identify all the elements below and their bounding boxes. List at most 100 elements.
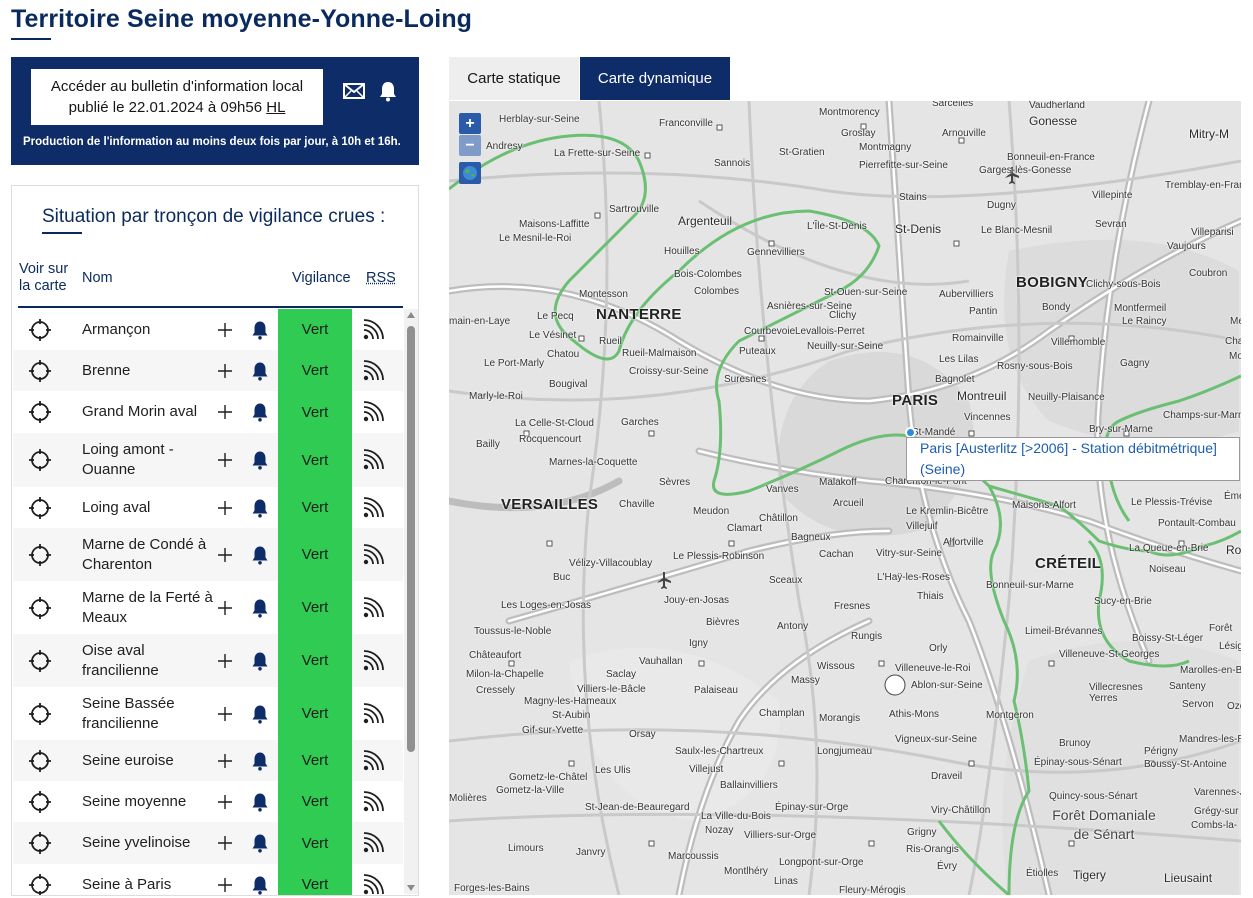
table-row: Brenne Vert [13, 350, 403, 391]
map-place-label: Forêt [1209, 623, 1233, 634]
rss-icon[interactable] [362, 543, 384, 566]
plus-icon[interactable] [217, 794, 233, 810]
rss-icon[interactable] [362, 749, 384, 772]
map-place-label: Sannois [714, 158, 751, 169]
map-place-label: Nozay [705, 825, 734, 836]
bulletin-link-button[interactable]: Accéder au bulletin d'information local … [31, 69, 323, 125]
plus-icon[interactable] [217, 404, 233, 420]
plus-icon[interactable] [217, 547, 233, 563]
map-place-label: Chatou [547, 349, 580, 360]
bell-icon[interactable] [251, 751, 269, 771]
bell-icon[interactable] [251, 833, 269, 853]
plus-icon[interactable] [217, 653, 233, 669]
rss-icon[interactable] [362, 596, 384, 619]
crosshair-icon[interactable] [28, 359, 52, 383]
map-place-label: Les Loges-en-Josas [501, 600, 592, 611]
map-place-label: Noiseau [1149, 564, 1186, 575]
bell-icon[interactable] [251, 361, 269, 381]
bell-icon[interactable] [251, 792, 269, 812]
rss-icon[interactable] [362, 832, 384, 854]
map-place-label: Asnières-sur-Seine [767, 301, 853, 312]
crosshair-icon[interactable] [28, 649, 52, 673]
scroll-down-arrow[interactable] [407, 885, 415, 891]
plus-icon[interactable] [217, 706, 233, 722]
plus-icon[interactable] [217, 322, 233, 338]
map-place-label: Cachan [819, 549, 854, 560]
rss-icon[interactable] [362, 401, 384, 423]
troncon-list: Armançon Vert Brenne Vert Grand Morin aval Ve… [13, 309, 403, 897]
map-place-label: Chaville [619, 499, 655, 510]
crosshair-icon[interactable] [28, 543, 52, 567]
map-place-label: Châteaufort [469, 650, 522, 661]
map-place-label: Rungis [851, 631, 883, 642]
plus-icon[interactable] [217, 500, 233, 516]
map-place-label: St-Aubin [552, 710, 591, 721]
bell-icon[interactable] [251, 450, 269, 470]
map-place-label: Sarcelles [932, 101, 974, 109]
mail-icon[interactable] [343, 83, 365, 99]
bell-icon[interactable] [251, 704, 269, 724]
tab-carte-statique[interactable]: Carte statique [449, 57, 579, 100]
bell-icon[interactable] [251, 402, 269, 422]
rss-icon[interactable] [362, 873, 384, 896]
bell-icon[interactable] [251, 651, 269, 671]
scroll-thumb[interactable] [407, 326, 415, 752]
rss-icon[interactable] [362, 702, 384, 725]
crosshair-icon[interactable] [28, 496, 52, 520]
vigilance-badge: Vert [278, 822, 352, 864]
list-scrollbar[interactable] [404, 309, 418, 894]
bell-icon[interactable] [251, 320, 269, 340]
rss-icon[interactable] [362, 790, 384, 813]
crosshair-icon[interactable] [28, 318, 52, 342]
map-place-label: Neuilly-sur-Seine [807, 341, 884, 352]
crosshair-icon[interactable] [28, 400, 52, 424]
plus-icon[interactable] [217, 363, 233, 379]
crosshair-icon[interactable] [28, 596, 52, 620]
map-place-label: Linas [774, 876, 798, 887]
vigilance-badge: Vert [278, 581, 352, 634]
header-voir-sur-la-carte: Voir sur la carte [19, 261, 69, 294]
bell-icon[interactable] [251, 875, 269, 895]
dynamic-map[interactable]: Sarcelles Vaudherland Montmorency Gonesse He… [449, 101, 1241, 895]
map-place-label: Molières [449, 793, 487, 804]
crosshair-icon[interactable] [28, 749, 52, 773]
bell-icon[interactable] [251, 598, 269, 618]
map-place-label: Boissy-St-Léger [1132, 633, 1204, 644]
crosshair-icon[interactable] [28, 448, 52, 472]
map-place-label: Villiers-sur-Orge [744, 830, 817, 841]
map-place-label: Andresy [486, 141, 523, 152]
plus-icon[interactable] [217, 600, 233, 616]
map-place-label: Marnes-la-Coquette [549, 457, 638, 468]
scroll-up-arrow[interactable] [407, 312, 415, 318]
tab-carte-dynamique[interactable]: Carte dynamique [580, 57, 730, 100]
plus-icon[interactable] [217, 753, 233, 769]
vigilance-badge: Vert [278, 309, 352, 350]
zoom-in-button[interactable]: + [459, 113, 481, 134]
plus-icon[interactable] [217, 452, 233, 468]
situation-title: Situation par tronçon de vigilance crues… [42, 206, 386, 227]
crosshair-icon[interactable] [28, 702, 52, 726]
map-place-label: Champs-sur-Marne [1163, 410, 1241, 421]
crosshair-icon[interactable] [28, 831, 52, 855]
bell-icon[interactable] [251, 545, 269, 565]
rss-icon[interactable] [362, 449, 384, 471]
map-place-label: Villepinte [1092, 190, 1133, 201]
rss-icon[interactable] [362, 318, 384, 341]
map-place-label: Bièvres [706, 617, 740, 628]
zoom-out-button[interactable]: − [459, 135, 481, 156]
rss-icon[interactable] [362, 496, 384, 519]
rss-icon[interactable] [362, 359, 384, 382]
map-place-label: Le Plessis-Trévise [1131, 497, 1213, 508]
bell-icon[interactable] [251, 498, 269, 518]
bell-icon[interactable] [378, 80, 398, 102]
plus-icon[interactable] [217, 835, 233, 851]
map-place-label: Bonneuil-sur-Marne [986, 580, 1074, 591]
plus-icon[interactable] [217, 877, 233, 893]
map-place-label: Vauhallan [639, 656, 683, 667]
map-place-label: Arcueil [833, 498, 864, 509]
crosshair-icon[interactable] [28, 790, 52, 814]
rss-icon[interactable] [362, 649, 384, 672]
globe-icon[interactable] [459, 162, 481, 184]
map-place-label: Saclay [606, 669, 637, 680]
crosshair-icon[interactable] [28, 873, 52, 897]
